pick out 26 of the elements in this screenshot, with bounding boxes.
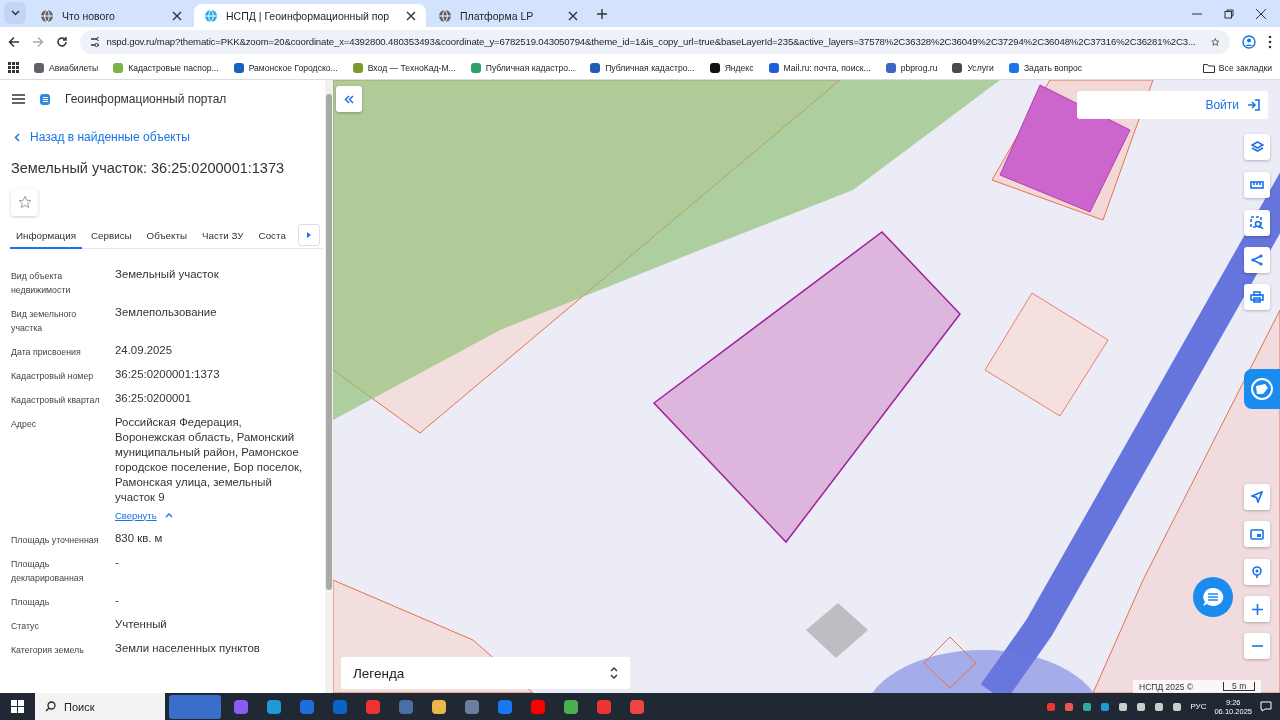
field-value: Учтенный [115,616,168,632]
field-label: Дата присвоения [11,345,82,359]
field-label: Вид объекта недвижимости [11,269,72,297]
attribution: НСПД 2025 © [1139,681,1194,692]
field-value: 36:25:0200001 [115,390,192,406]
scale-label: 5 m [1223,682,1256,691]
field-value: Российская Федерация, Воронежская область, Рамонский муниципальный район, Рамонское городское поселение, Бор поселок, Рамонская улица, земельный участок 9 [115,414,304,505]
field-label: Адрес [11,417,38,431]
field-label: Статус [11,619,40,633]
field-value: - [115,554,120,570]
object-heading: Земельный участок: 36:25:0200001:1373 [11,159,286,176]
field-label: Кадастровый квартал [11,393,101,407]
field-label: Площадь декларированная [11,557,85,585]
field-value: Землепользование [115,304,218,320]
portal-title: Геоинформационный портал [65,92,227,106]
field-value: 24.09.2025 [115,342,173,358]
field-label: Площадь уточненная [11,533,100,547]
field-label: Площадь [11,595,51,609]
field-value: 36:25:0200001:1373 [115,366,221,382]
field-value: - [115,592,120,608]
field-value: 830 кв. м [115,530,164,546]
field-value: Земельный участок [115,266,220,282]
field-label: Категория земель [11,643,85,657]
field-label: Вид земельного участка [11,307,78,335]
field-value: Земли населенных пунктов [115,640,261,656]
field-label: Кадастровый номер [11,369,95,383]
